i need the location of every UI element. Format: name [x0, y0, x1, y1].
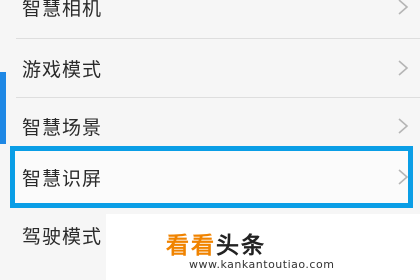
menu-item-label: 智慧相机	[22, 0, 103, 20]
settings-screen: 智慧相机 游戏模式 智慧场景 智慧识屏 驾驶模式 看看头条 www.kankan…	[0, 0, 420, 280]
chevron-right-icon	[398, 118, 409, 134]
chevron-right-icon	[398, 169, 409, 185]
menu-item-smart-screen-recognition[interactable]: 智慧识屏	[0, 148, 420, 206]
watermark: 看看头条 www.kankantoutiao.com	[106, 214, 420, 280]
menu-item-game-mode[interactable]: 游戏模式	[0, 39, 420, 97]
menu-item-label: 智慧识屏	[22, 167, 103, 190]
chevron-right-icon	[398, 0, 409, 15]
chevron-right-icon	[398, 60, 409, 76]
menu-item-smart-camera[interactable]: 智慧相机	[0, 0, 420, 36]
menu-item-label: 智慧场景	[22, 116, 103, 139]
watermark-logo: 看看头条	[166, 226, 266, 260]
watermark-url: www.kankantoutiao.com	[189, 258, 335, 271]
menu-item-label: 驾驶模式	[22, 225, 103, 248]
watermark-brand-part2: 头条	[216, 233, 266, 259]
menu-item-label: 游戏模式	[22, 58, 103, 81]
watermark-brand-part1: 看看	[166, 233, 216, 259]
